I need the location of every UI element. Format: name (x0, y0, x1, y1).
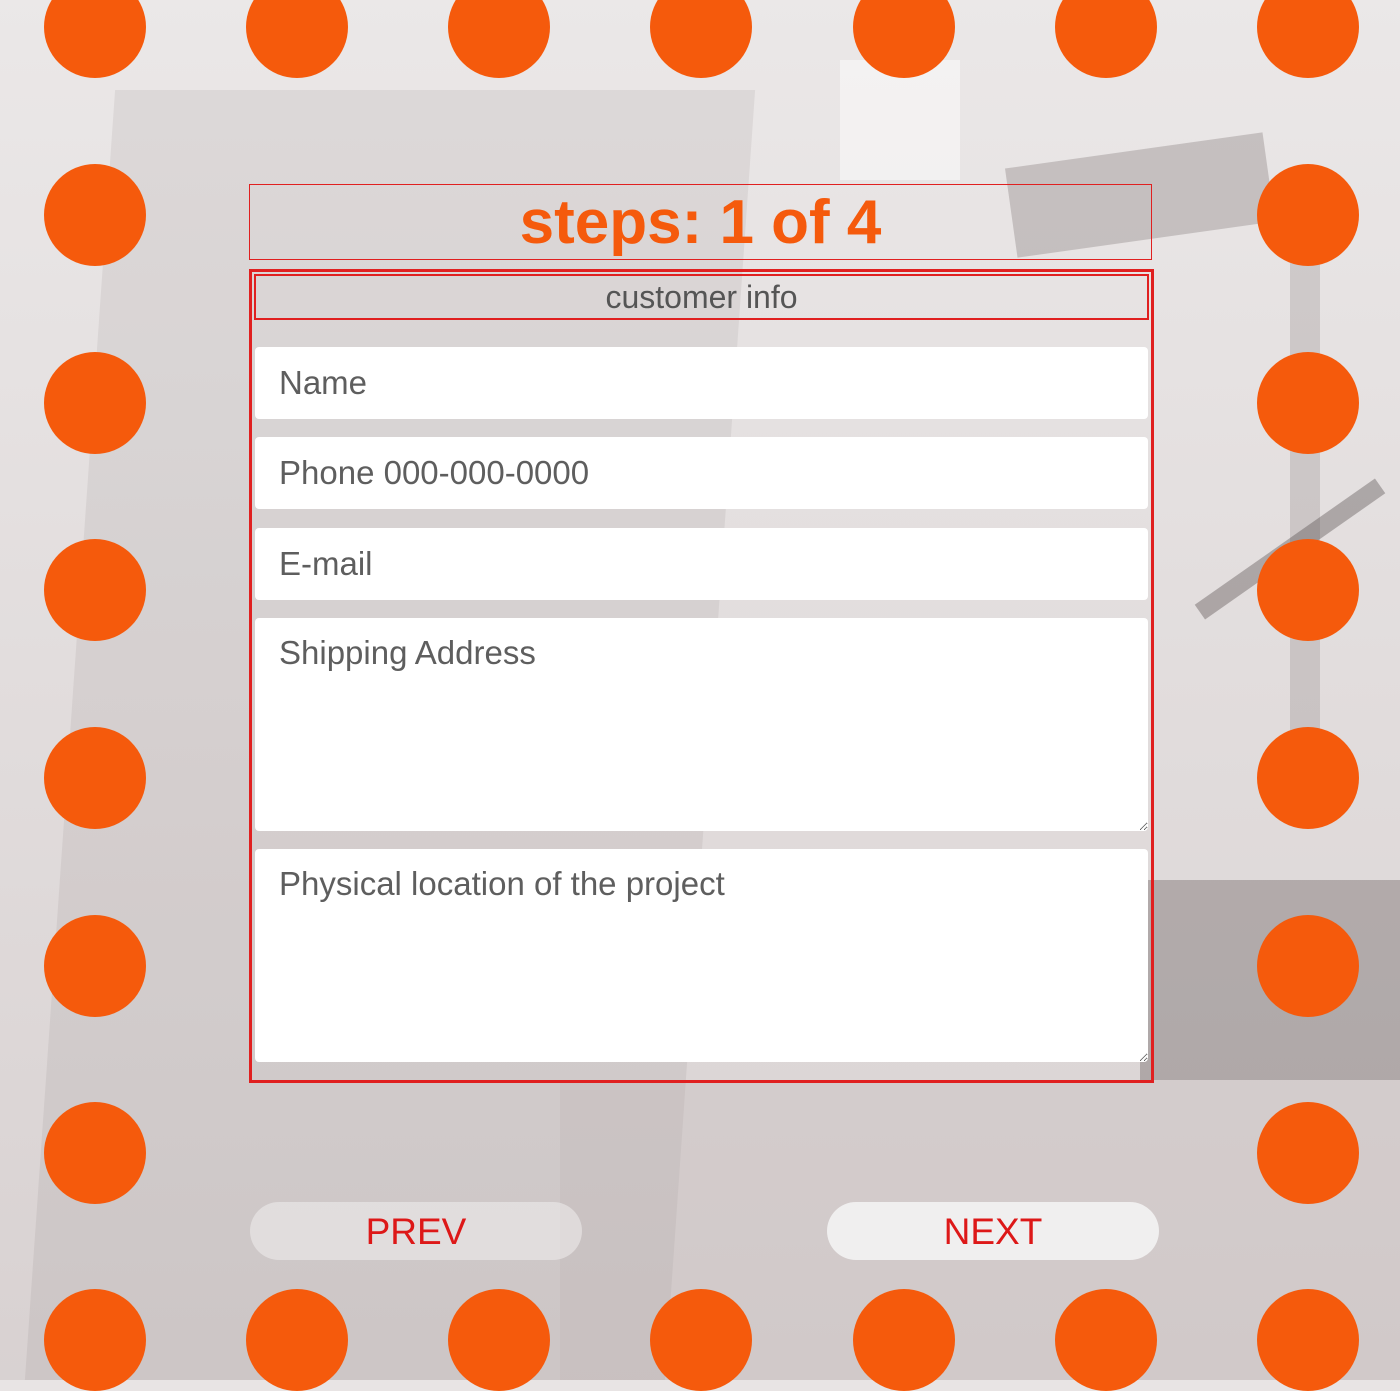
decorative-dot (1257, 352, 1359, 454)
decorative-dot (44, 1102, 146, 1204)
shipping-address-field[interactable] (255, 618, 1148, 831)
decorative-dot (650, 1289, 752, 1391)
phone-field[interactable] (255, 437, 1148, 509)
decorative-dot (1055, 1289, 1157, 1391)
next-button[interactable]: NEXT (827, 1202, 1159, 1260)
decorative-dot (1257, 1102, 1359, 1204)
background-shape (840, 60, 960, 180)
decorative-dot (44, 539, 146, 641)
decorative-dot (1257, 915, 1359, 1017)
background-shape (1290, 230, 1320, 750)
decorative-dot (1257, 727, 1359, 829)
decorative-dot (1257, 539, 1359, 641)
decorative-dot (44, 164, 146, 266)
decorative-dot (448, 1289, 550, 1391)
decorative-dot (44, 1289, 146, 1391)
decorative-dot (44, 915, 146, 1017)
decorative-dot (853, 1289, 955, 1391)
decorative-dot (1257, 164, 1359, 266)
decorative-dot (44, 352, 146, 454)
email-field[interactable] (255, 528, 1148, 600)
decorative-dot (44, 727, 146, 829)
section-title: customer info (254, 274, 1149, 320)
project-location-field[interactable] (255, 849, 1148, 1062)
name-field[interactable] (255, 347, 1148, 419)
decorative-dot (246, 1289, 348, 1391)
prev-button[interactable]: PREV (250, 1202, 582, 1260)
customer-info-form: customer info (249, 269, 1154, 1083)
decorative-dot (1257, 1289, 1359, 1391)
step-indicator: steps: 1 of 4 (249, 184, 1152, 260)
step-indicator-label: steps: 1 of 4 (519, 188, 882, 257)
